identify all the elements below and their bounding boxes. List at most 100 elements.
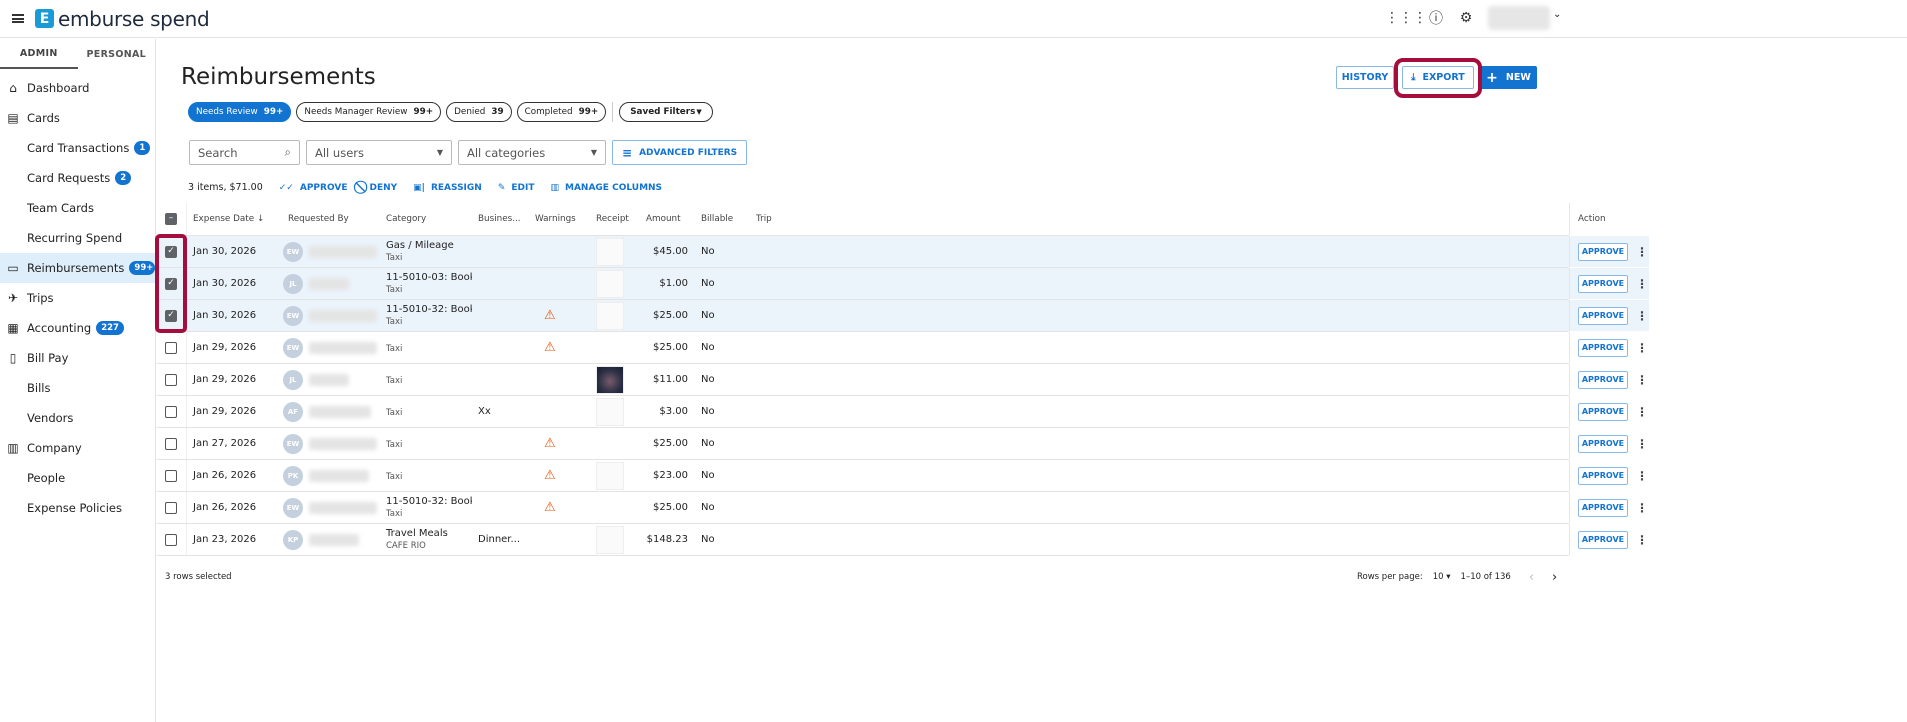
col-requested-by[interactable]: Requested By	[270, 214, 380, 224]
receipt-thumbnail[interactable]	[596, 461, 624, 490]
rows-per-page-select[interactable]: 10 ▾	[1433, 572, 1451, 582]
logo[interactable]: E emburse spend	[35, 7, 210, 31]
filter-chip-needs-manager-review[interactable]: Needs Manager Review 99+	[296, 102, 442, 122]
sidebar-item-recurring-spend[interactable]: Recurring Spend	[0, 223, 155, 253]
more-options-icon[interactable]: ⋮	[1636, 373, 1648, 387]
receipt-thumbnail[interactable]	[596, 269, 624, 298]
col-business[interactable]: Busines...	[472, 214, 528, 224]
sidebar-item-card-transactions[interactable]: Card Transactions 1	[0, 133, 155, 163]
more-options-icon[interactable]: ⋮	[1636, 405, 1648, 419]
next-page-icon[interactable]: ›	[1552, 570, 1557, 585]
categories-select[interactable]: All categories ▼	[458, 140, 606, 165]
tab-admin[interactable]: ADMIN	[0, 39, 78, 69]
warning-icon[interactable]: ⚠	[544, 340, 556, 355]
table-row[interactable]: Jan 26, 2026 EW 11-5010-32: Books Taxi ⚠ …	[157, 492, 1649, 524]
table-row[interactable]: Jan 29, 2026 JL Taxi $11.00 No APPROVE ⋮	[157, 364, 1649, 396]
filter-chip-needs-review[interactable]: Needs Review 99+	[188, 102, 292, 122]
more-options-icon[interactable]: ⋮	[1636, 245, 1648, 259]
bulk-edit-button[interactable]: ✎ EDIT	[498, 183, 535, 193]
sidebar-item-company[interactable]: ▥ Company	[0, 433, 155, 463]
prev-page-icon[interactable]: ‹	[1529, 570, 1534, 585]
approve-button[interactable]: APPROVE	[1578, 370, 1628, 389]
sidebar-item-people[interactable]: People	[0, 463, 155, 493]
sidebar-item-reimbursements[interactable]: ▭ Reimbursements 99+	[0, 253, 155, 283]
table-row[interactable]: Jan 27, 2026 EW Taxi ⚠ $25.00 No APPROVE…	[157, 428, 1649, 460]
filter-chip-completed[interactable]: Completed 99+	[516, 102, 607, 122]
tab-personal[interactable]: PERSONAL	[78, 39, 156, 69]
users-select[interactable]: All users ▼	[306, 140, 452, 165]
receipt-thumbnail[interactable]	[596, 301, 624, 330]
approve-button[interactable]: APPROVE	[1578, 434, 1628, 453]
approve-button[interactable]: APPROVE	[1578, 498, 1628, 517]
history-button[interactable]: HISTORY	[1336, 66, 1394, 89]
sidebar-item-dashboard[interactable]: ⌂ Dashboard	[0, 73, 155, 103]
col-warnings[interactable]: Warnings	[528, 214, 590, 224]
menu-icon[interactable]	[12, 14, 24, 23]
receipt-thumbnail[interactable]	[596, 365, 624, 394]
warning-icon[interactable]: ⚠	[544, 500, 556, 515]
more-options-icon[interactable]: ⋮	[1636, 341, 1648, 355]
filter-chip-denied[interactable]: Denied 39	[446, 102, 512, 122]
more-options-icon[interactable]: ⋮	[1636, 277, 1648, 291]
row-checkbox[interactable]	[165, 533, 177, 546]
gear-icon[interactable]: ⚙	[1457, 9, 1475, 27]
col-receipt[interactable]: Receipt	[590, 214, 640, 224]
sidebar-item-card-requests[interactable]: Card Requests 2	[0, 163, 155, 193]
table-row[interactable]: ✓ Jan 30, 2026 EW Gas / Mileage Taxi $45.…	[157, 236, 1649, 268]
row-checkbox[interactable]	[165, 405, 177, 418]
sidebar-item-accounting[interactable]: ▦ Accounting 227	[0, 313, 155, 343]
bulk-reassign-button[interactable]: ▣| REASSIGN	[413, 183, 482, 193]
more-options-icon[interactable]: ⋮	[1636, 501, 1648, 515]
approve-button[interactable]: APPROVE	[1578, 338, 1628, 357]
row-checkbox[interactable]	[165, 469, 177, 482]
more-options-icon[interactable]: ⋮	[1636, 309, 1648, 323]
table-row[interactable]: ✓ Jan 30, 2026 JL 11-5010-03: Books Taxi …	[157, 268, 1649, 300]
approve-button[interactable]: APPROVE	[1578, 274, 1628, 293]
sidebar-item-expense-policies[interactable]: Expense Policies	[0, 493, 155, 523]
row-checkbox[interactable]	[165, 501, 177, 514]
more-options-icon[interactable]: ⋮	[1636, 437, 1648, 451]
table-row[interactable]: Jan 26, 2026 PK Taxi ⚠ $23.00 No APPROVE…	[157, 460, 1649, 492]
col-expense-date[interactable]: Expense Date ↓	[187, 214, 270, 224]
bulk-approve-button[interactable]: ✓✓ APPROVE	[279, 183, 348, 193]
chevron-down-icon[interactable]: ⌄	[1553, 9, 1561, 20]
warning-icon[interactable]: ⚠	[544, 468, 556, 483]
manage-columns-button[interactable]: ▥ MANAGE COLUMNS	[550, 183, 662, 193]
row-checkbox[interactable]	[165, 373, 177, 386]
sidebar-item-bills[interactable]: Bills	[0, 373, 155, 403]
table-row[interactable]: Jan 29, 2026 AF Taxi Xx $3.00 No APPROVE…	[157, 396, 1649, 428]
table-row[interactable]: Jan 23, 2026 KP Travel Meals CAFE RIO Din…	[157, 524, 1649, 556]
approve-button[interactable]: APPROVE	[1578, 402, 1628, 421]
more-options-icon[interactable]: ⋮	[1636, 469, 1648, 483]
more-options-icon[interactable]: ⋮	[1636, 533, 1648, 547]
receipt-thumbnail[interactable]	[596, 397, 624, 426]
approve-button[interactable]: APPROVE	[1578, 242, 1628, 261]
receipt-thumbnail[interactable]	[596, 525, 624, 554]
sidebar-item-cards[interactable]: ▤ Cards	[0, 103, 155, 133]
advanced-filters-button[interactable]: ≡ ADVANCED FILTERS	[612, 140, 748, 165]
receipt-thumbnail[interactable]	[596, 237, 624, 266]
col-trip[interactable]: Trip	[750, 214, 1569, 224]
approve-button[interactable]: APPROVE	[1578, 466, 1628, 485]
new-button[interactable]: + NEW	[1480, 66, 1537, 89]
sidebar-item-vendors[interactable]: Vendors	[0, 403, 155, 433]
help-icon[interactable]: ⓘ	[1427, 9, 1445, 27]
sidebar-item-team-cards[interactable]: Team Cards	[0, 193, 155, 223]
search-input[interactable]: Search ⌕	[189, 140, 300, 165]
table-row[interactable]: Jan 29, 2026 EW Taxi ⚠ $25.00 No APPROVE…	[157, 332, 1649, 364]
user-menu[interactable]	[1488, 6, 1550, 30]
col-billable[interactable]: Billable	[688, 214, 750, 224]
col-category[interactable]: Category	[380, 214, 472, 224]
row-checkbox[interactable]	[165, 437, 177, 450]
apps-grid-icon[interactable]: ⋮⋮⋮	[1385, 9, 1427, 27]
warning-icon[interactable]: ⚠	[544, 436, 556, 451]
col-amount[interactable]: Amount	[640, 214, 688, 224]
select-all-checkbox[interactable]: –	[165, 213, 177, 225]
approve-button[interactable]: APPROVE	[1578, 306, 1628, 325]
sidebar-item-bill-pay[interactable]: ▯ Bill Pay	[0, 343, 155, 373]
row-checkbox[interactable]	[165, 341, 177, 354]
table-row[interactable]: ✓ Jan 30, 2026 EW 11-5010-32: Books Taxi …	[157, 300, 1649, 332]
warning-icon[interactable]: ⚠	[544, 308, 556, 323]
bulk-deny-button[interactable]: ⃠DENY	[363, 180, 397, 195]
sidebar-item-trips[interactable]: ✈ Trips	[0, 283, 155, 313]
